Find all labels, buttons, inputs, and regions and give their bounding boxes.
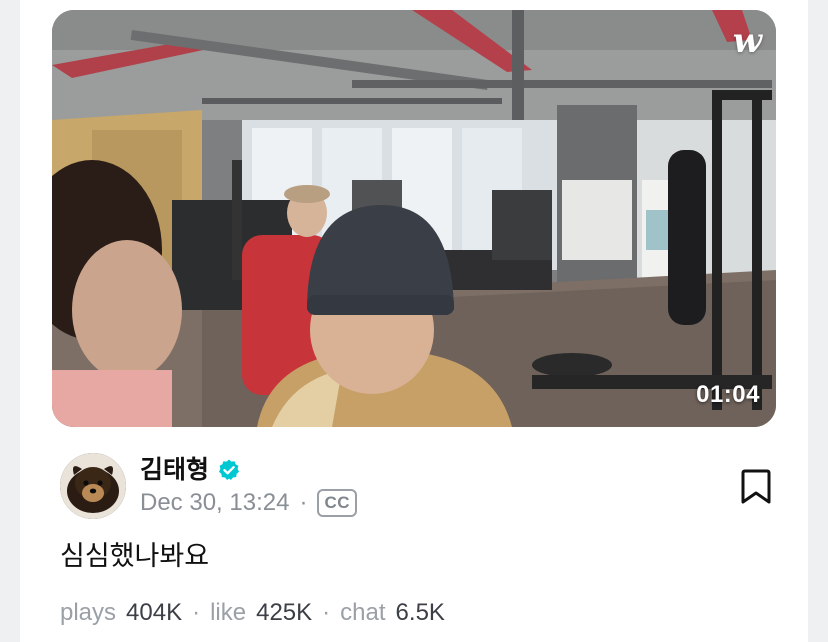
meta-separator: · (299, 489, 308, 516)
chat-count: 6.5K (395, 599, 445, 626)
post-caption: 심심했나봐요 (60, 541, 210, 571)
plays-count: 404K (126, 599, 183, 626)
post-card: w 01:04 김태형 Dec 30, 13:24 · CC 심심했나봐요 pl… (20, 0, 808, 642)
video-thumbnail[interactable]: w 01:04 (52, 10, 776, 427)
stats-separator: · (322, 599, 331, 626)
verified-check-icon (219, 459, 240, 480)
like-label: like (210, 599, 247, 626)
plays-label: plays (60, 599, 117, 626)
weverse-logo: w (732, 21, 762, 61)
stats-separator: · (192, 599, 201, 626)
gym-scene-image (52, 10, 776, 427)
bookmark-icon[interactable] (738, 468, 774, 506)
post-meta: Dec 30, 13:24 · CC (140, 487, 357, 519)
dog-avatar-icon (60, 453, 126, 519)
author-name: 김태형 (140, 456, 210, 484)
video-duration: 01:04 (696, 381, 760, 408)
chat-label: chat (340, 599, 386, 626)
post-stats: plays 404K · like 425K · chat 6.5K (60, 596, 445, 630)
post-date: Dec 30, 13:24 (140, 489, 290, 516)
like-count: 425K (256, 599, 313, 626)
cc-badge: CC (317, 489, 357, 517)
avatar[interactable] (60, 453, 126, 519)
author-name-row[interactable]: 김태형 (140, 454, 241, 486)
